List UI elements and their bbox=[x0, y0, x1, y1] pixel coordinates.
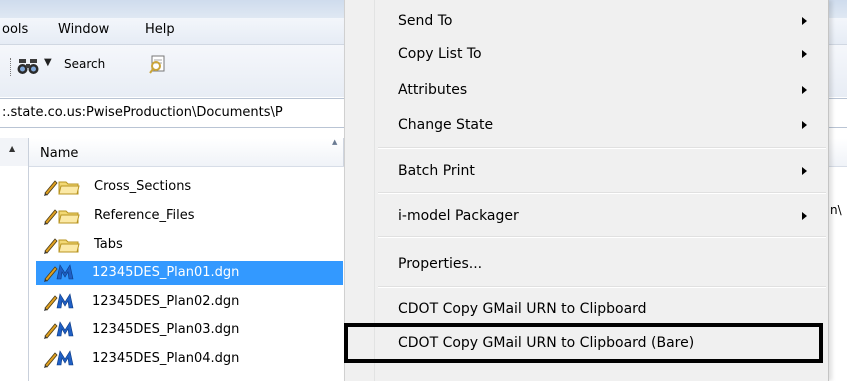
sort-ascending-icon: ▲ bbox=[332, 138, 338, 146]
menu-item-label: CDOT Copy GMail URN to Clipboard bbox=[398, 301, 647, 317]
file-name: 12345DES_Plan01.dgn bbox=[92, 265, 240, 280]
menu-item-batch-print[interactable]: Batch Print bbox=[345, 156, 828, 186]
menu-separator bbox=[378, 286, 826, 288]
microstation-file-icon bbox=[56, 350, 74, 366]
menu-item-properties[interactable]: Properties... bbox=[345, 249, 828, 279]
menu-separator bbox=[378, 192, 826, 194]
microstation-file-icon bbox=[56, 293, 74, 309]
search-button[interactable]: Search bbox=[64, 57, 105, 71]
menu-item-cdot-copy-gmail-urn[interactable]: CDOT Copy GMail URN to Clipboard bbox=[345, 294, 828, 324]
binoculars-dropdown-arrow-icon[interactable]: ▼ bbox=[44, 57, 52, 68]
toolbar-grip[interactable] bbox=[10, 58, 12, 76]
menu-separator bbox=[378, 236, 826, 238]
list-item-file-selected[interactable]: 12345DES_Plan01.dgn bbox=[36, 261, 343, 285]
file-name: 12345DES_Plan02.dgn bbox=[92, 294, 240, 309]
menu-item-i-model-packager[interactable]: i-model Packager bbox=[345, 201, 828, 231]
menu-item-label: Change State bbox=[398, 117, 494, 133]
microstation-file-icon bbox=[56, 321, 74, 337]
file-name: Tabs bbox=[94, 237, 123, 252]
file-name: 12345DES_Plan03.dgn bbox=[92, 322, 240, 337]
list-item-folder[interactable]: Tabs bbox=[36, 233, 343, 257]
binoculars-icon[interactable] bbox=[16, 55, 40, 77]
folder-icon bbox=[58, 239, 80, 253]
menu-item-send-to[interactable]: Send To bbox=[345, 6, 828, 36]
list-item-file[interactable]: 12345DES_Plan03.dgn bbox=[36, 318, 343, 342]
address-path: :.state.co.us:PwiseProduction\Documents\… bbox=[2, 105, 283, 120]
folder-pane bbox=[0, 166, 29, 381]
menu-item-change-state[interactable]: Change State bbox=[345, 110, 828, 140]
list-item-file[interactable]: 12345DES_Plan02.dgn bbox=[36, 290, 343, 314]
menu-item-label: Attributes bbox=[398, 82, 468, 98]
submenu-arrow-icon bbox=[802, 212, 807, 220]
folder-icon bbox=[58, 210, 80, 224]
menu-help[interactable]: Help bbox=[145, 22, 175, 37]
callout-highlight-box bbox=[344, 323, 823, 363]
list-item-folder[interactable]: Cross_Sections bbox=[36, 175, 343, 199]
menu-item-label: Batch Print bbox=[398, 163, 475, 179]
menu-item-copy-list-to[interactable]: Copy List To bbox=[345, 39, 828, 69]
menu-tools[interactable]: ools bbox=[2, 22, 28, 37]
file-name: 12345DES_Plan04.dgn bbox=[92, 351, 240, 366]
file-name: Reference_Files bbox=[94, 208, 195, 223]
menu-item-label: Send To bbox=[398, 13, 453, 29]
list-item-folder[interactable]: Reference_Files bbox=[36, 204, 343, 228]
submenu-arrow-icon bbox=[802, 17, 807, 25]
menu-window[interactable]: Window bbox=[58, 22, 109, 37]
submenu-arrow-icon bbox=[802, 50, 807, 58]
menu-separator bbox=[378, 147, 826, 149]
submenu-arrow-icon bbox=[802, 86, 807, 94]
folder-icon bbox=[58, 181, 80, 195]
menu-item-label: i-model Packager bbox=[398, 208, 519, 224]
submenu-arrow-icon bbox=[802, 121, 807, 129]
menu-item-attributes[interactable]: Attributes bbox=[345, 75, 828, 105]
menu-item-label: Properties... bbox=[398, 256, 483, 272]
list-item-file[interactable]: 12345DES_Plan04.dgn bbox=[36, 347, 343, 371]
scroll-up-arrow-icon[interactable]: ▲ bbox=[9, 144, 15, 153]
menu-item-label: Copy List To bbox=[398, 46, 482, 62]
search-tool-icon[interactable] bbox=[147, 54, 169, 76]
address-fragment-text: n\ bbox=[830, 203, 842, 217]
submenu-arrow-icon bbox=[802, 167, 807, 175]
microstation-file-icon bbox=[56, 264, 74, 280]
file-name: Cross_Sections bbox=[94, 179, 192, 194]
column-header-name[interactable]: Name bbox=[40, 146, 78, 161]
